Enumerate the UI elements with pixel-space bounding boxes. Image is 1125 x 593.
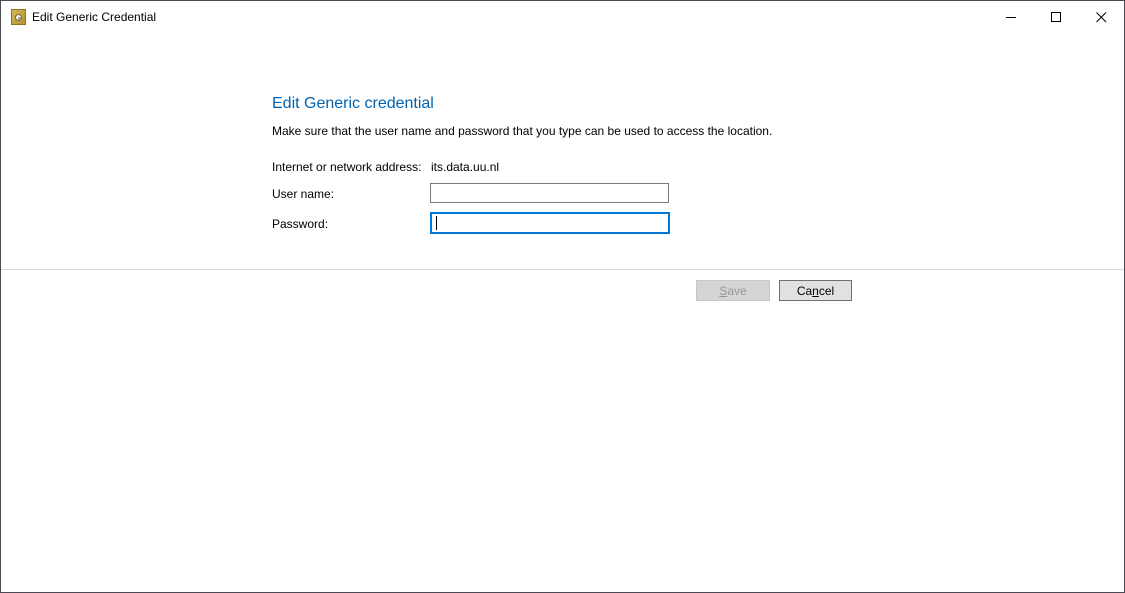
password-field[interactable] [430, 212, 670, 234]
text-caret [436, 216, 437, 230]
credential-safe-icon [11, 9, 26, 25]
close-icon [1096, 12, 1107, 23]
minimize-button[interactable] [989, 1, 1034, 33]
content-divider [1, 269, 1124, 270]
main-content: Edit Generic credential Make sure that t… [1, 69, 1124, 593]
save-button[interactable]: Save [696, 280, 770, 301]
address-label: Internet or network address: [272, 160, 421, 174]
maximize-icon [1051, 12, 1062, 23]
page-title: Edit Generic credential [272, 95, 434, 113]
minimize-icon [1006, 12, 1017, 23]
page-description: Make sure that the user name and passwor… [272, 124, 772, 138]
edit-generic-credential-window: Edit Generic Credential [0, 0, 1125, 593]
cancel-button[interactable]: Cancel [779, 280, 852, 301]
maximize-button[interactable] [1034, 1, 1079, 33]
username-label: User name: [272, 187, 334, 201]
close-button[interactable] [1079, 1, 1124, 33]
window-title: Edit Generic Credential [32, 10, 156, 24]
password-label: Password: [272, 217, 328, 231]
address-value: its.data.uu.nl [431, 160, 499, 174]
title-bar: Edit Generic Credential [1, 1, 1124, 33]
navigation-bar: › Control Panel › User Accounts › Creden… [1, 33, 1124, 69]
username-field[interactable] [430, 183, 669, 203]
